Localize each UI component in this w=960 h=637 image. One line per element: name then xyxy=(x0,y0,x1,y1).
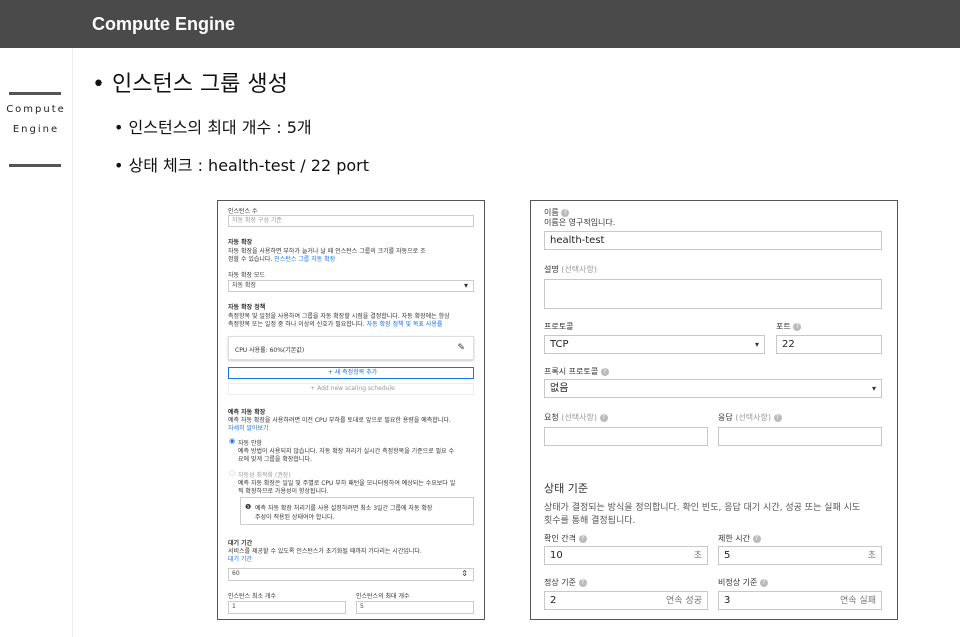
criteria-desc1: 상태가 결정되는 방식을 정의합니다. 확인 빈도, 응답 대기 시간, 성공 … xyxy=(544,503,861,513)
name-input[interactable]: health-test xyxy=(544,231,882,250)
chevron-down-icon: ▾ xyxy=(463,281,468,290)
info-text1: 예측 자동 확장 처리기를 사용 설정하려면 최소 3일간 그룹에 자동 확장 xyxy=(255,505,433,512)
proxy-label: 프록시 프로토콜 ? xyxy=(544,366,609,377)
criteria-title: 상태 기준 xyxy=(544,482,588,495)
chevron-down-icon: ▾ xyxy=(754,340,759,349)
help-icon[interactable]: ? xyxy=(599,413,608,422)
timeout-value: 5 xyxy=(724,550,731,561)
interval-label: 확인 간격 ? xyxy=(544,533,587,544)
radio2-desc2: 찍 확장하므로 가용성이 향상됩니다. xyxy=(238,488,329,495)
sidebar-divider-bottom xyxy=(9,164,61,167)
max-input[interactable]: 5 xyxy=(356,601,474,614)
healthy-value: 2 xyxy=(550,595,557,606)
radio1-desc2: 요에 맞게 그룹을 확장합니다. xyxy=(238,456,312,463)
instances-input[interactable]: 자동 확장 구성 기준 xyxy=(228,215,474,227)
desc-label: 설명 (선택사항) xyxy=(544,265,597,274)
predict-link[interactable]: 자세히 알아보기 xyxy=(228,423,269,432)
timeout-input[interactable]: 5초 xyxy=(718,546,882,565)
criteria-desc2: 횟수를 통해 결정됩니다. xyxy=(544,516,636,526)
healthy-input[interactable]: 2 연속 성공 xyxy=(544,591,708,610)
cooldown-input[interactable]: 60 ⇕ xyxy=(228,568,474,581)
bullet-main: • 인스턴스 그룹 생성 xyxy=(92,72,288,97)
cpu-policy-text: CPU 사용률: 60%(기본값) xyxy=(235,347,305,354)
cpu-policy-card[interactable]: CPU 사용률: 60%(기본값) ✎ xyxy=(228,336,474,360)
header-title: Compute Engine xyxy=(92,14,235,34)
info-text2: 주성이 적용된 상태여야 합니다. xyxy=(255,514,335,521)
instances-label: 인스턴스 수 xyxy=(228,208,258,215)
min-label: 인스턴스 최소 개수 xyxy=(228,593,276,600)
healthy-label: 정상 기준 ? xyxy=(544,577,587,588)
healthy-suffix: 연속 성공 xyxy=(666,596,702,606)
port-label: 포트 ? xyxy=(776,321,802,332)
interval-unit: 초 xyxy=(693,551,702,561)
help-icon[interactable]: ? xyxy=(793,322,802,331)
mode-value: 자동 확장 xyxy=(232,282,256,289)
mode-select[interactable]: 자동 확장 ▾ xyxy=(228,280,474,292)
cooldown-desc: 서비스를 제공할 수 있도록 인스턴스가 초기화될 때까지 기다리는 시간입니다… xyxy=(228,548,422,555)
info-icon: ❶ xyxy=(245,503,252,511)
help-icon[interactable]: ? xyxy=(600,367,609,376)
request-input[interactable] xyxy=(544,427,708,446)
autoscale-link[interactable]: 인스턴스 그룹 자동 확장 xyxy=(274,256,335,263)
radio-unselected[interactable]: ○ xyxy=(229,469,235,477)
name-note: 이름은 영구적입니다. xyxy=(544,218,616,227)
autoscale-title: 자동 확장 xyxy=(228,239,253,246)
unhealthy-label: 비정상 기준 ? xyxy=(718,577,768,588)
timeout-label: 제한 시간 ? xyxy=(718,533,761,544)
health-check-screenshot: 이름 ? 이름은 영구적입니다. health-test 설명 (선택사항) 프… xyxy=(530,200,898,620)
sidebar-divider-top xyxy=(9,92,61,95)
protocol-select[interactable]: TCP ▾ xyxy=(544,335,765,354)
app-header: Compute Engine xyxy=(0,0,960,48)
info-box: ❶ 예측 자동 확장 처리기를 사용 설정하려면 최소 3일간 그룹에 자동 확… xyxy=(240,497,474,525)
protocol-value: TCP xyxy=(550,339,569,350)
unhealthy-suffix: 연속 실패 xyxy=(840,596,876,606)
stepper-icon[interactable]: ⇕ xyxy=(461,569,468,579)
policy-desc2: 측정항목 또는 일정 중 하나 이상의 신호가 필요합니다. 자동 확장 정책 … xyxy=(228,321,443,328)
radio-selected[interactable]: ◉ xyxy=(229,437,235,445)
unhealthy-value: 3 xyxy=(724,595,731,606)
autoscale-desc2: 정할 수 있습니다. 인스턴스 그룹 자동 확장 xyxy=(228,256,336,263)
bullet-sub2: • 상태 체크 : health-test / 22 port xyxy=(114,156,370,175)
bullet-sub1-text: 인스턴스의 최대 개수 : 5개 xyxy=(128,118,312,137)
bullet-sub2-text: 상태 체크 : health-test / 22 port xyxy=(128,156,370,175)
response-input[interactable] xyxy=(718,427,882,446)
proxy-select[interactable]: 없음 ▾ xyxy=(544,379,882,398)
add-schedule-button[interactable]: + Add new scaling schedule xyxy=(228,383,474,395)
policy-link[interactable]: 자동 확장 정책 및 목표 사용률 xyxy=(367,321,443,328)
bullet-main-text: 인스턴스 그룹 생성 xyxy=(111,72,288,97)
port-input[interactable]: 22 xyxy=(776,335,882,354)
timeout-unit: 초 xyxy=(867,551,876,561)
autoscale-screenshot: 인스턴스 수 자동 확장 구성 기준 자동 확장 자동 확장을 사용하면 부하가… xyxy=(217,200,485,620)
help-icon[interactable]: ? xyxy=(759,578,768,587)
help-icon[interactable]: ? xyxy=(773,413,782,422)
help-icon[interactable]: ? xyxy=(578,534,587,543)
help-icon[interactable]: ? xyxy=(752,534,761,543)
interval-input[interactable]: 10 초 xyxy=(544,546,708,565)
help-icon[interactable]: ? xyxy=(578,578,587,587)
bullet-sub1: • 인스턴스의 최대 개수 : 5개 xyxy=(114,118,312,137)
protocol-label: 프로토콜 xyxy=(544,322,574,331)
sidebar-label-line2: Engine xyxy=(12,124,60,135)
cooldown-value: 60 xyxy=(232,570,240,577)
unhealthy-input[interactable]: 3 연속 실패 xyxy=(718,591,882,610)
add-metric-button[interactable]: + 새 측정항목 추가 xyxy=(228,367,474,379)
mode-label: 자동 확장 모드 xyxy=(228,272,265,279)
request-label: 요청 (선택사항) ? xyxy=(544,412,608,423)
content-divider xyxy=(72,48,73,637)
response-label: 응답 (선택사항) ? xyxy=(718,412,782,423)
edit-icon[interactable]: ✎ xyxy=(457,343,465,353)
policy-title: 자동 확장 정책 xyxy=(228,304,266,311)
proxy-value: 없음 xyxy=(550,383,569,394)
cooldown-link[interactable]: 대기 기간 xyxy=(228,554,252,563)
chevron-down-icon: ▾ xyxy=(871,384,876,393)
max-label: 인스턴스의 최대 개수 xyxy=(356,593,410,600)
help-icon[interactable]: ? xyxy=(561,208,570,217)
desc-textarea[interactable] xyxy=(544,279,882,309)
interval-value: 10 xyxy=(550,550,563,561)
sidebar-label-line1: Compute xyxy=(6,104,66,115)
min-input[interactable]: 1 xyxy=(228,601,346,614)
